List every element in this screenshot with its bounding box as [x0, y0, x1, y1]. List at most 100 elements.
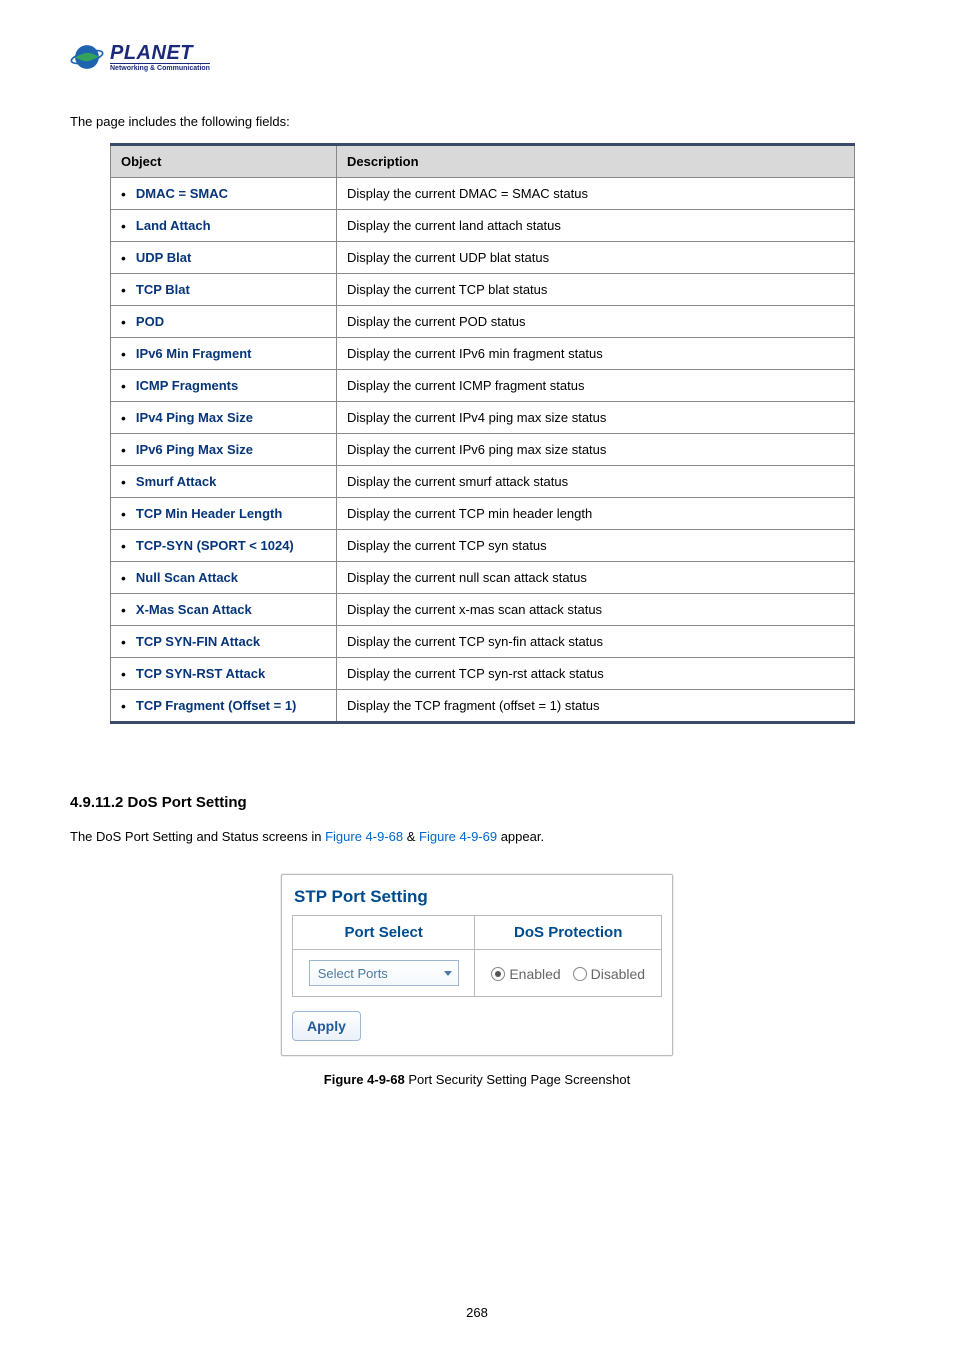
ss-col-port-select: Port Select: [293, 916, 475, 950]
page-number: 268: [0, 1305, 954, 1320]
object-cell: •Land Attach: [111, 210, 337, 242]
caption-strong: Figure 4-9-68: [324, 1072, 405, 1087]
description-cell: Display the current ICMP fragment status: [337, 370, 855, 402]
planet-globe-icon: [70, 40, 104, 74]
description-cell: Display the current POD status: [337, 306, 855, 338]
table-row: • ICMP Fragments Display the current ICMP …: [111, 370, 855, 402]
object-label: X-Mas Scan Attack: [136, 602, 252, 617]
object-label: Smurf Attack: [136, 474, 216, 489]
bullet-icon: •: [121, 251, 126, 265]
object-label: TCP SYN-RST Attack: [136, 666, 265, 681]
description-cell: Display the current IPv6 min fragment st…: [337, 338, 855, 370]
figure-caption: Figure 4-9-68 Port Security Setting Page…: [70, 1072, 884, 1087]
table-row: • TCP Fragment (Offset = 1) Display the TC…: [111, 690, 855, 723]
apply-button[interactable]: Apply: [292, 1011, 361, 1041]
description-cell: Display the current IPv6 ping max size s…: [337, 434, 855, 466]
bullet-icon: •: [121, 411, 126, 425]
bullet-icon: •: [121, 315, 126, 329]
bullet-icon: •: [121, 187, 126, 201]
object-label: ICMP Fragments: [136, 378, 238, 393]
bullet-icon: •: [121, 347, 126, 361]
object-cell: • Smurf Attack: [111, 466, 337, 498]
description-cell: Display the current DMAC = SMAC status: [337, 178, 855, 210]
table-row: • IPv4 Ping Max Size Display the current I…: [111, 402, 855, 434]
object-cell: • TCP Blat: [111, 274, 337, 306]
object-cell: • TCP SYN-FIN Attack: [111, 626, 337, 658]
logo: PLANET Networking & Communication: [70, 40, 884, 74]
object-label: TCP SYN-FIN Attack: [136, 634, 260, 649]
table-row: • IPv6 Min Fragment Display the current IP…: [111, 338, 855, 370]
radio-enabled-label: Enabled: [509, 966, 560, 982]
object-label: UDP Blat: [136, 250, 191, 265]
bullet-icon: •: [121, 539, 126, 553]
section-sentence: The DoS Port Setting and Status screens …: [70, 829, 884, 844]
description-cell: Display the current TCP min header lengt…: [337, 498, 855, 530]
radio-enabled[interactable]: [491, 967, 505, 981]
th-description: Description: [337, 145, 855, 178]
screenshot-panel: STP Port Setting Port Select DoS Protect…: [281, 874, 673, 1056]
object-cell: • POD: [111, 306, 337, 338]
bullet-icon: •: [121, 699, 126, 713]
bullet-icon: •: [121, 635, 126, 649]
object-cell: • IPv6 Min Fragment: [111, 338, 337, 370]
description-cell: Display the current IPv4 ping max size s…: [337, 402, 855, 434]
object-label: IPv6 Ping Max Size: [136, 442, 253, 457]
sentence-post: appear.: [497, 829, 544, 844]
radio-disabled[interactable]: [573, 967, 587, 981]
th-object: Object: [111, 145, 337, 178]
screenshot-table: Port Select DoS Protection Select Ports …: [292, 915, 662, 997]
description-cell: Display the current TCP syn-fin attack s…: [337, 626, 855, 658]
table-row: •X-Mas Scan AttackDisplay the current x-…: [111, 594, 855, 626]
section-heading: 4.9.11.2 DoS Port Setting: [70, 794, 884, 811]
table-row: • Null Scan Attack Display the current nul…: [111, 562, 855, 594]
table-row: • IPv6 Ping Max Size Display the current I…: [111, 434, 855, 466]
description-cell: Display the current smurf attack status: [337, 466, 855, 498]
bullet-icon: •: [121, 475, 126, 489]
object-cell: • UDP Blat: [111, 242, 337, 274]
object-cell: • IPv6 Ping Max Size: [111, 434, 337, 466]
object-label: Null Scan Attack: [136, 570, 238, 585]
sentence-amp: &: [403, 829, 419, 844]
bullet-icon: •: [121, 379, 126, 393]
object-cell: •X-Mas Scan Attack: [111, 594, 337, 626]
figure-ref-69[interactable]: Figure 4-9-69: [419, 829, 497, 844]
object-label: TCP Fragment (Offset = 1): [136, 698, 296, 713]
object-cell: • Null Scan Attack: [111, 562, 337, 594]
object-cell: • TCP SYN-RST Attack: [111, 658, 337, 690]
port-select-dropdown[interactable]: Select Ports: [309, 960, 459, 986]
table-row: •Land AttachDisplay the current land att…: [111, 210, 855, 242]
bullet-icon: •: [121, 571, 126, 585]
description-cell: Display the current TCP blat status: [337, 274, 855, 306]
figure-ref-68[interactable]: Figure 4-9-68: [325, 829, 403, 844]
object-label: IPv6 Min Fragment: [136, 346, 252, 361]
object-label: IPv4 Ping Max Size: [136, 410, 253, 425]
description-cell: Display the TCP fragment (offset = 1) st…: [337, 690, 855, 723]
chevron-down-icon: [444, 971, 452, 976]
object-label: TCP Blat: [136, 282, 190, 297]
description-cell: Display the current x-mas scan attack st…: [337, 594, 855, 626]
bullet-icon: •: [121, 283, 126, 297]
object-cell: • TCP-SYN (SPORT < 1024): [111, 530, 337, 562]
table-row: • Smurf Attack Display the current smurf a…: [111, 466, 855, 498]
sentence-pre: The DoS Port Setting and Status screens …: [70, 829, 325, 844]
object-cell: • ICMP Fragments: [111, 370, 337, 402]
object-label: POD: [136, 314, 164, 329]
object-label: TCP-SYN (SPORT < 1024): [136, 538, 294, 553]
description-cell: Display the current null scan attack sta…: [337, 562, 855, 594]
ss-col-dos-protection: DoS Protection: [475, 916, 662, 950]
logo-brand: PLANET: [110, 43, 210, 63]
object-cell: • TCP Fragment (Offset = 1): [111, 690, 337, 723]
description-cell: Display the current TCP syn-rst attack s…: [337, 658, 855, 690]
bullet-icon: •: [121, 667, 126, 681]
description-cell: Display the current UDP blat status: [337, 242, 855, 274]
table-row: • TCP SYN-RST Attack Display the current T…: [111, 658, 855, 690]
bullet-icon: •: [121, 443, 126, 457]
object-cell: • IPv4 Ping Max Size: [111, 402, 337, 434]
object-label: TCP Min Header Length: [136, 506, 282, 521]
description-cell: Display the current land attach status: [337, 210, 855, 242]
screenshot-title: STP Port Setting: [292, 885, 662, 915]
table-row: • TCP SYN-FIN Attack Display the current T…: [111, 626, 855, 658]
logo-tagline: Networking & Communication: [110, 63, 210, 72]
table-row: •TCP Min Header LengthDisplay the curren…: [111, 498, 855, 530]
object-label: Land Attach: [136, 218, 211, 233]
